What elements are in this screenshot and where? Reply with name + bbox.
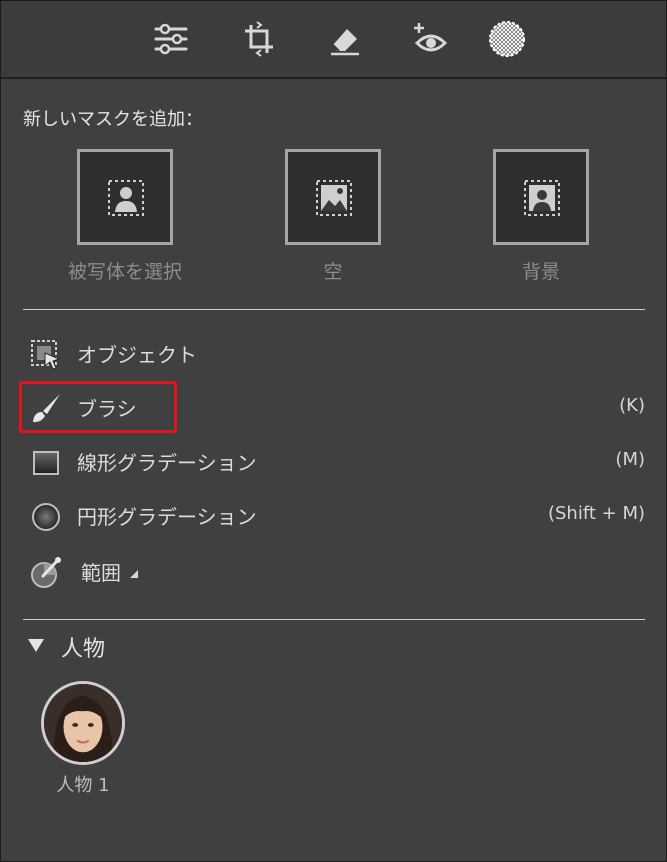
tool-strip [1,1,666,79]
collapse-triangle-icon[interactable] [27,637,45,653]
range-icon [31,557,61,588]
range-tool-label: 範囲 [81,561,121,585]
object-select-icon [31,340,61,370]
person-thumbnail[interactable] [41,681,125,765]
sliders-icon[interactable] [151,19,191,59]
select-sky-icon [316,180,352,216]
brush-shortcut: (K) [619,395,645,416]
radial-gradient-shortcut: (Shift + M) [547,503,645,524]
masking-icon[interactable] [487,19,527,59]
add-mask-label: 新しいマスクを追加： [23,109,203,130]
linear-gradient-icon [33,451,59,475]
brush-highlight-box [19,381,177,433]
object-tool-row[interactable]: オブジェクト [23,333,645,373]
select-subject-icon [108,180,144,216]
select-subject-button[interactable] [77,149,173,245]
object-tool-label: オブジェクト [77,343,197,367]
select-sky-label: 空 [323,261,343,283]
dropdown-triangle-icon[interactable] [129,569,139,579]
masking-panel: 新しいマスクを追加： 被写体を選択 空 背景 オブジェクト ブラシ (K) 線形… [0,0,667,862]
select-sky-button[interactable] [285,149,381,245]
select-subject-label: 被写体を選択 [67,261,182,283]
linear-gradient-tool-label: 線形グラデーション [77,451,257,475]
range-tool-row[interactable]: 範囲 [23,551,645,591]
crop-icon[interactable] [239,19,279,59]
person-label: 人物 1 [56,775,110,796]
select-background-button[interactable] [493,149,589,245]
linear-gradient-tool-row[interactable]: 線形グラデーション (M) [23,441,645,481]
radial-gradient-tool-label: 円形グラデーション [77,505,257,529]
eraser-icon[interactable] [325,19,365,59]
divider [23,619,645,620]
select-background-label: 背景 [521,261,560,283]
red-eye-icon[interactable] [411,19,451,59]
radial-gradient-icon [32,503,60,531]
radial-gradient-tool-row[interactable]: 円形グラデーション (Shift + M) [23,495,645,535]
people-section-title: 人物 [61,637,106,662]
select-background-icon [524,180,560,216]
linear-gradient-shortcut: (M) [615,449,645,470]
person-face-avatar [44,684,122,762]
divider [23,309,645,310]
